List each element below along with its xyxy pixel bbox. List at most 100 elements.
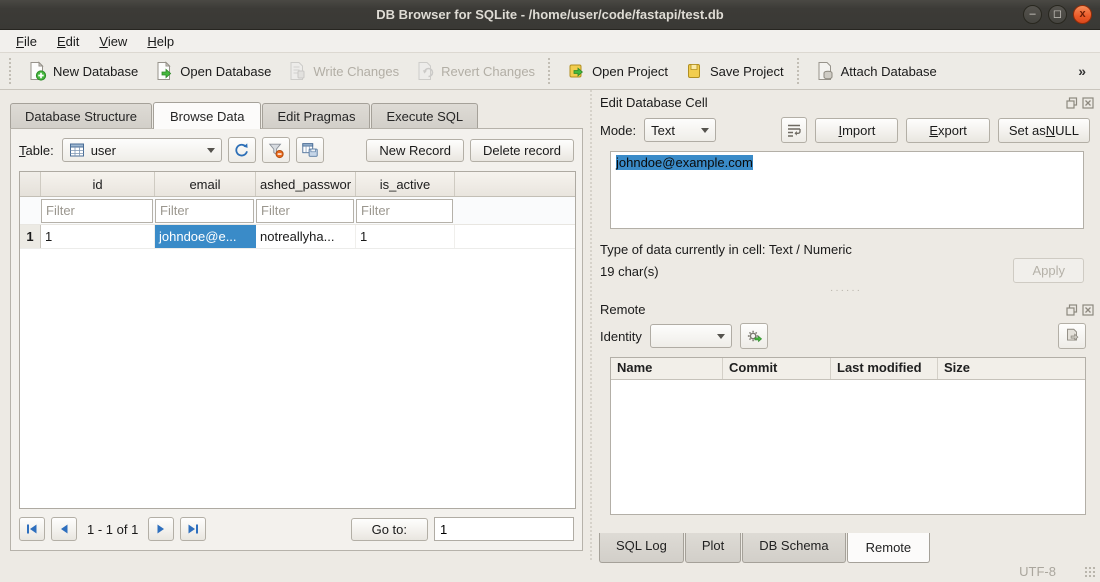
browse-data-frame: Table: user New Record Delete record id … [10, 128, 583, 551]
grid-filter-row [20, 197, 575, 225]
menu-file[interactable]: File [6, 31, 47, 52]
remote-column-commit[interactable]: Commit [723, 358, 831, 379]
filter-input-id[interactable] [41, 199, 153, 223]
import-button[interactable]: Import [815, 118, 898, 143]
toolbar-drag-handle [9, 58, 14, 84]
column-header-hashed-password[interactable]: ashed_passwor [256, 172, 356, 196]
save-project-icon [684, 61, 704, 81]
cell-is-active[interactable]: 1 [356, 225, 455, 248]
tab-sql-log[interactable]: SQL Log [599, 533, 684, 563]
new-database-icon [27, 61, 47, 81]
filter-cell [256, 199, 354, 223]
export-button[interactable]: Export [906, 118, 990, 143]
open-database-button[interactable]: Open Database [146, 57, 279, 85]
menu-view[interactable]: View [89, 31, 137, 52]
clear-filter-button[interactable] [262, 137, 290, 163]
next-record-button[interactable] [148, 517, 174, 541]
remote-column-size[interactable]: Size [938, 358, 1085, 379]
toolbar-separator [548, 58, 553, 84]
set-as-null-button[interactable]: Set as NULL [998, 118, 1090, 143]
revert-changes-button: Revert Changes [407, 57, 543, 85]
remote-identity-row: Identity [592, 319, 1100, 349]
write-changes-icon [287, 61, 307, 81]
tab-edit-pragmas[interactable]: Edit Pragmas [262, 103, 370, 128]
tab-browse-data[interactable]: Browse Data [153, 102, 261, 129]
row-number[interactable]: 1 [20, 225, 41, 248]
edit-cell-toolbar: Mode: Text Import Export Set as NULL [592, 112, 1100, 143]
chevron-down-icon [717, 334, 725, 339]
toolbar-overflow-chevron[interactable]: » [1068, 63, 1096, 79]
close-dock-icon[interactable] [1081, 96, 1094, 109]
grid-header-row: id email ashed_passwor is_active [20, 172, 575, 197]
right-dock-area: Edit Database Cell Mode: Text Import Exp… [590, 90, 1100, 560]
menu-edit[interactable]: Edit [47, 31, 89, 52]
grid-corner-cell[interactable] [20, 172, 41, 196]
remote-column-name[interactable]: Name [611, 358, 723, 379]
cell-info-row: Type of data currently in cell: Text / N… [592, 229, 1100, 283]
minimize-icon[interactable]: – [1023, 5, 1042, 24]
float-dock-icon[interactable] [1065, 96, 1078, 109]
save-project-button[interactable]: Save Project [676, 57, 792, 85]
cell-editor-selected-text: johndoe@example.com [616, 155, 753, 170]
table-select[interactable]: user [62, 138, 222, 162]
edit-cell-dock-titlebar: Edit Database Cell [592, 90, 1100, 112]
close-icon[interactable]: x [1073, 5, 1092, 24]
goto-button[interactable]: Go to: [351, 518, 428, 541]
refresh-button[interactable] [228, 137, 256, 163]
save-project-label: Save Project [710, 64, 784, 79]
cell-editor[interactable]: johndoe@example.com [610, 151, 1084, 229]
mode-select[interactable]: Text [644, 118, 716, 142]
column-header-email[interactable]: email [155, 172, 256, 196]
goto-input[interactable] [434, 517, 574, 541]
identity-label: Identity [600, 329, 642, 344]
write-changes-label: Write Changes [313, 64, 399, 79]
write-changes-button: Write Changes [279, 57, 407, 85]
new-database-label: New Database [53, 64, 138, 79]
last-record-button[interactable] [180, 517, 206, 541]
save-results-button[interactable] [296, 137, 324, 163]
cell-hashed-password[interactable]: notreallyha... [256, 225, 356, 248]
delete-record-button[interactable]: Delete record [470, 139, 574, 162]
remote-title: Remote [600, 302, 646, 317]
first-record-button[interactable] [19, 517, 45, 541]
table-label: Table: [19, 143, 54, 158]
dock-splitter-handle[interactable]: ······ [592, 283, 1100, 297]
column-header-is-active[interactable]: is_active [356, 172, 455, 196]
cell-id[interactable]: 1 [41, 225, 155, 248]
status-bar: UTF-8 [0, 560, 1100, 582]
attach-database-button[interactable]: Attach Database [807, 57, 945, 85]
word-wrap-button[interactable] [781, 117, 807, 143]
close-dock-icon[interactable] [1081, 303, 1094, 316]
filter-input-email[interactable] [155, 199, 254, 223]
tab-execute-sql[interactable]: Execute SQL [371, 103, 478, 128]
clone-database-button[interactable] [1058, 323, 1086, 349]
table-select-value: user [91, 143, 116, 158]
column-header-id[interactable]: id [41, 172, 155, 196]
tab-plot[interactable]: Plot [685, 533, 741, 563]
identity-select[interactable] [650, 324, 732, 348]
filter-input-is-active[interactable] [356, 199, 453, 223]
float-dock-icon[interactable] [1065, 303, 1078, 316]
encoding-label: UTF-8 [1019, 564, 1056, 579]
filter-input-hashed-password[interactable] [256, 199, 354, 223]
remote-table-header: Name Commit Last modified Size [611, 358, 1085, 380]
chevron-down-icon [207, 148, 215, 153]
open-project-button[interactable]: Open Project [558, 57, 676, 85]
menu-help[interactable]: Help [137, 31, 184, 52]
table-icon [69, 142, 85, 158]
main-toolbar: New Database Open Database Write Changes… [0, 53, 1100, 90]
window-title: DB Browser for SQLite - /home/user/code/… [376, 7, 723, 22]
cell-email-selected[interactable]: johndoe@e... [155, 225, 256, 248]
resize-grip[interactable] [1084, 566, 1097, 579]
maximize-icon[interactable]: ◻ [1048, 5, 1067, 24]
mode-label: Mode: [600, 123, 636, 138]
new-database-button[interactable]: New Database [19, 57, 146, 85]
remote-column-last-modified[interactable]: Last modified [831, 358, 938, 379]
tab-remote[interactable]: Remote [847, 533, 931, 563]
previous-record-button[interactable] [51, 517, 77, 541]
tab-database-structure[interactable]: Database Structure [10, 103, 152, 128]
new-record-button[interactable]: New Record [366, 139, 464, 162]
open-database-icon [154, 61, 174, 81]
tab-db-schema[interactable]: DB Schema [742, 533, 845, 563]
identity-settings-button[interactable] [740, 323, 768, 349]
